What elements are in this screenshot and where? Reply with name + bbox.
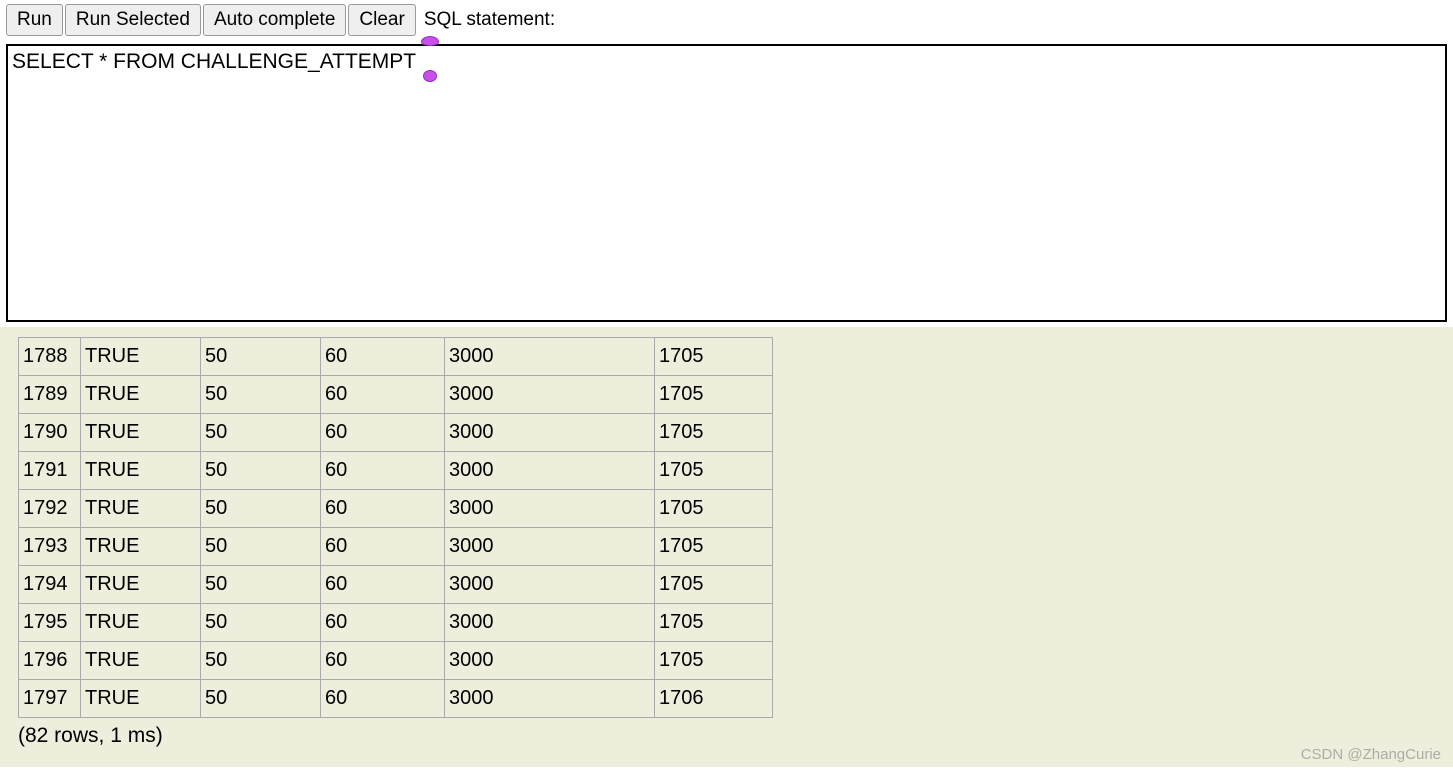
table-cell: 50 [201, 642, 321, 680]
table-cell: 50 [201, 604, 321, 642]
table-cell: 1789 [19, 376, 81, 414]
table-row: 1788TRUE506030001705 [19, 338, 773, 376]
table-row: 1789TRUE506030001705 [19, 376, 773, 414]
table-cell: 3000 [445, 376, 655, 414]
table-cell: TRUE [81, 680, 201, 718]
table-cell: 50 [201, 338, 321, 376]
table-cell: 3000 [445, 414, 655, 452]
auto-complete-button[interactable]: Auto complete [203, 4, 346, 36]
table-cell: 1705 [655, 376, 773, 414]
table-row: 1792TRUE506030001705 [19, 490, 773, 528]
run-button[interactable]: Run [6, 4, 63, 36]
table-cell: 1792 [19, 490, 81, 528]
table-cell: 60 [321, 604, 445, 642]
table-cell: 3000 [445, 528, 655, 566]
clear-button[interactable]: Clear [348, 4, 415, 36]
table-row: 1797TRUE506030001706 [19, 680, 773, 718]
table-cell: 60 [321, 680, 445, 718]
table-cell: 1705 [655, 642, 773, 680]
table-cell: 1705 [655, 566, 773, 604]
table-cell: 3000 [445, 566, 655, 604]
table-cell: TRUE [81, 376, 201, 414]
table-cell: 50 [201, 376, 321, 414]
table-cell: TRUE [81, 642, 201, 680]
result-table: 1788TRUE5060300017051789TRUE506030001705… [18, 337, 773, 718]
watermark: CSDN @ZhangCurie [1301, 746, 1441, 763]
table-cell: 3000 [445, 452, 655, 490]
table-cell: TRUE [81, 528, 201, 566]
sql-statement-label: SQL statement: [424, 9, 555, 31]
table-cell: 1706 [655, 680, 773, 718]
table-cell: 60 [321, 642, 445, 680]
table-cell: 60 [321, 338, 445, 376]
table-cell: 60 [321, 376, 445, 414]
sql-editor-wrap: SELECT * FROM CHALLENGE_ATTEMPT [6, 44, 1447, 327]
table-cell: 1795 [19, 604, 81, 642]
table-cell: 3000 [445, 680, 655, 718]
table-cell: 50 [201, 528, 321, 566]
table-cell: 1705 [655, 338, 773, 376]
table-cell: 1797 [19, 680, 81, 718]
table-cell: 50 [201, 680, 321, 718]
table-cell: 60 [321, 566, 445, 604]
table-cell: 1705 [655, 604, 773, 642]
table-cell: 60 [321, 490, 445, 528]
table-cell: 1705 [655, 490, 773, 528]
table-cell: 3000 [445, 642, 655, 680]
table-cell: 50 [201, 566, 321, 604]
table-row: 1795TRUE506030001705 [19, 604, 773, 642]
table-cell: 50 [201, 414, 321, 452]
table-cell: 50 [201, 490, 321, 528]
table-cell: 1791 [19, 452, 81, 490]
table-cell: 1705 [655, 414, 773, 452]
result-area: 1788TRUE5060300017051789TRUE506030001705… [0, 327, 1453, 767]
table-cell: 60 [321, 452, 445, 490]
table-row: 1794TRUE506030001705 [19, 566, 773, 604]
table-cell: TRUE [81, 452, 201, 490]
table-cell: TRUE [81, 566, 201, 604]
sql-input[interactable]: SELECT * FROM CHALLENGE_ATTEMPT [6, 44, 1447, 322]
table-row: 1793TRUE506030001705 [19, 528, 773, 566]
table-row: 1796TRUE506030001705 [19, 642, 773, 680]
table-row: 1791TRUE506030001705 [19, 452, 773, 490]
table-cell: 3000 [445, 604, 655, 642]
table-cell: 1796 [19, 642, 81, 680]
status-line: (82 rows, 1 ms) [18, 724, 1453, 748]
table-cell: TRUE [81, 338, 201, 376]
table-cell: 3000 [445, 490, 655, 528]
table-cell: 50 [201, 452, 321, 490]
run-selected-button[interactable]: Run Selected [65, 4, 201, 36]
table-cell: 1793 [19, 528, 81, 566]
table-cell: 1705 [655, 452, 773, 490]
table-cell: 60 [321, 414, 445, 452]
table-cell: 1705 [655, 528, 773, 566]
table-cell: TRUE [81, 490, 201, 528]
table-cell: TRUE [81, 604, 201, 642]
table-cell: TRUE [81, 414, 201, 452]
table-cell: 3000 [445, 338, 655, 376]
table-cell: 1794 [19, 566, 81, 604]
toolbar: Run Run Selected Auto complete Clear SQL… [0, 0, 1453, 40]
table-cell: 60 [321, 528, 445, 566]
table-cell: 1788 [19, 338, 81, 376]
table-cell: 1790 [19, 414, 81, 452]
table-row: 1790TRUE506030001705 [19, 414, 773, 452]
